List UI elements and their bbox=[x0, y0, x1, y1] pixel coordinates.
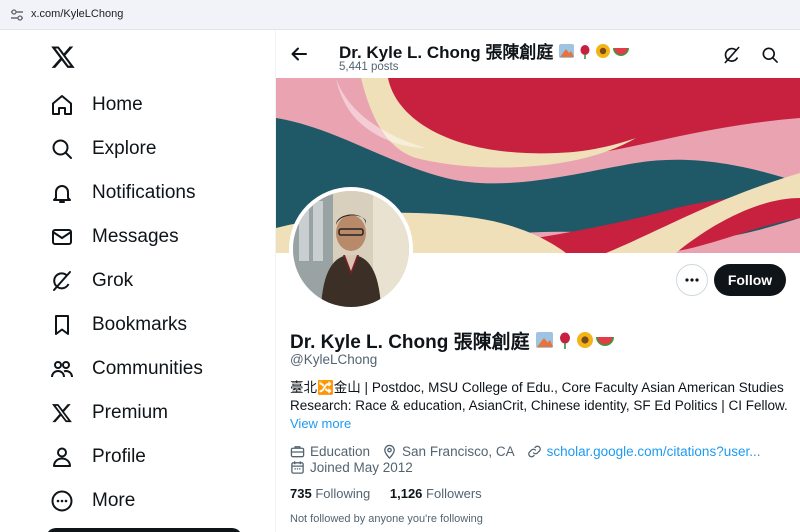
sidebar-item-communities[interactable]: Communities bbox=[48, 349, 203, 389]
joined-row: Joined May 2012 bbox=[290, 458, 425, 476]
bio-line: 臺北🔀金山 | Postdoc, MSU College of Edu., Co… bbox=[290, 380, 784, 395]
profile-bio: 臺北🔀金山 | Postdoc, MSU College of Edu., Co… bbox=[290, 379, 790, 415]
sidebar-item-label: Grok bbox=[92, 270, 134, 291]
sidebar-item-profile[interactable]: Profile bbox=[48, 437, 146, 477]
location-text: San Francisco, CA bbox=[402, 443, 515, 459]
follow-counts: 735 Following 1,126 Followers bbox=[290, 486, 498, 501]
sidebar-item-label: Profile bbox=[92, 446, 146, 467]
person-icon bbox=[48, 443, 76, 471]
people-icon bbox=[48, 355, 76, 383]
sidebar-item-label: More bbox=[92, 490, 136, 511]
sidebar-item-premium[interactable]: Premium bbox=[48, 393, 168, 433]
post-button[interactable] bbox=[46, 528, 242, 532]
category-text: Education bbox=[310, 443, 371, 459]
view-more-link[interactable]: View more bbox=[290, 416, 351, 431]
ellipsis-icon bbox=[685, 278, 699, 282]
left-sidebar: Home Explore Notifications Messages Grok… bbox=[0, 30, 276, 532]
grok-icon[interactable] bbox=[722, 45, 742, 65]
back-arrow-icon[interactable] bbox=[289, 44, 309, 64]
sidebar-item-label: Communities bbox=[92, 358, 203, 379]
website-item[interactable]: scholar.google.com/citations?user... bbox=[527, 444, 761, 459]
grok-icon bbox=[48, 267, 76, 295]
emoji-icons bbox=[535, 330, 615, 356]
search-icon bbox=[48, 135, 76, 163]
sidebar-item-messages[interactable]: Messages bbox=[48, 217, 179, 257]
briefcase-icon bbox=[290, 445, 305, 457]
followers-count: 1,126 bbox=[389, 486, 423, 501]
url-text[interactable]: x.com/KyleLChong bbox=[31, 8, 123, 20]
sidebar-item-notifications[interactable]: Notifications bbox=[48, 173, 196, 213]
sidebar-item-label: Notifications bbox=[92, 182, 196, 203]
joined-text: Joined May 2012 bbox=[310, 459, 413, 475]
home-icon bbox=[48, 91, 76, 119]
sidebar-item-home[interactable]: Home bbox=[48, 85, 143, 125]
sidebar-item-label: Explore bbox=[92, 138, 157, 159]
emoji-icons bbox=[558, 42, 630, 65]
following-label: Following bbox=[315, 486, 371, 501]
bio-line: Research: Race & education, AsianCrit, C… bbox=[290, 398, 788, 413]
envelope-icon bbox=[48, 223, 76, 251]
browser-address-bar[interactable]: x.com/KyleLChong bbox=[0, 0, 800, 30]
followers-link[interactable]: 1,126 Followers bbox=[390, 486, 482, 501]
not-followed-notice: Not followed by anyone you're following bbox=[290, 513, 483, 525]
following-link[interactable]: 735 Following bbox=[290, 486, 370, 501]
calendar-icon bbox=[291, 460, 304, 474]
avatar[interactable] bbox=[289, 187, 413, 311]
bookmark-icon bbox=[48, 311, 76, 339]
profile-handle: @KyleLChong bbox=[290, 352, 378, 367]
sidebar-item-label: Messages bbox=[92, 226, 179, 247]
location-pin-icon bbox=[384, 444, 395, 459]
sidebar-item-explore[interactable]: Explore bbox=[48, 129, 156, 169]
category-item: Education bbox=[290, 444, 370, 459]
sidebar-item-more[interactable]: More bbox=[48, 481, 135, 521]
x-logo-icon bbox=[48, 399, 76, 427]
link-icon bbox=[527, 445, 541, 457]
sidebar-item-grok[interactable]: Grok bbox=[48, 261, 133, 301]
sidebar-item-label: Home bbox=[92, 94, 143, 115]
more-circle-icon bbox=[48, 487, 76, 515]
sidebar-item-bookmarks[interactable]: Bookmarks bbox=[48, 305, 187, 345]
profile-column: Dr. Kyle L. Chong 張陳創庭 5,441 posts Follo… bbox=[276, 30, 800, 532]
profile-header-bar: Dr. Kyle L. Chong 張陳創庭 5,441 posts bbox=[276, 30, 800, 78]
website-link[interactable]: scholar.google.com/citations?user... bbox=[547, 444, 761, 459]
x-logo-icon[interactable] bbox=[50, 44, 76, 70]
joined-item: Joined May 2012 bbox=[290, 460, 413, 475]
location-item: San Francisco, CA bbox=[382, 444, 515, 459]
more-options-button[interactable] bbox=[676, 264, 708, 296]
search-icon[interactable] bbox=[760, 45, 780, 65]
sidebar-item-label: Bookmarks bbox=[92, 314, 188, 335]
followers-label: Followers bbox=[426, 486, 482, 501]
follow-button[interactable]: Follow bbox=[714, 264, 786, 296]
bell-icon bbox=[48, 179, 76, 207]
site-settings-icon[interactable] bbox=[10, 9, 24, 21]
post-count: 5,441 posts bbox=[339, 61, 399, 73]
sidebar-item-label: Premium bbox=[92, 402, 169, 423]
following-count: 735 bbox=[290, 486, 312, 501]
